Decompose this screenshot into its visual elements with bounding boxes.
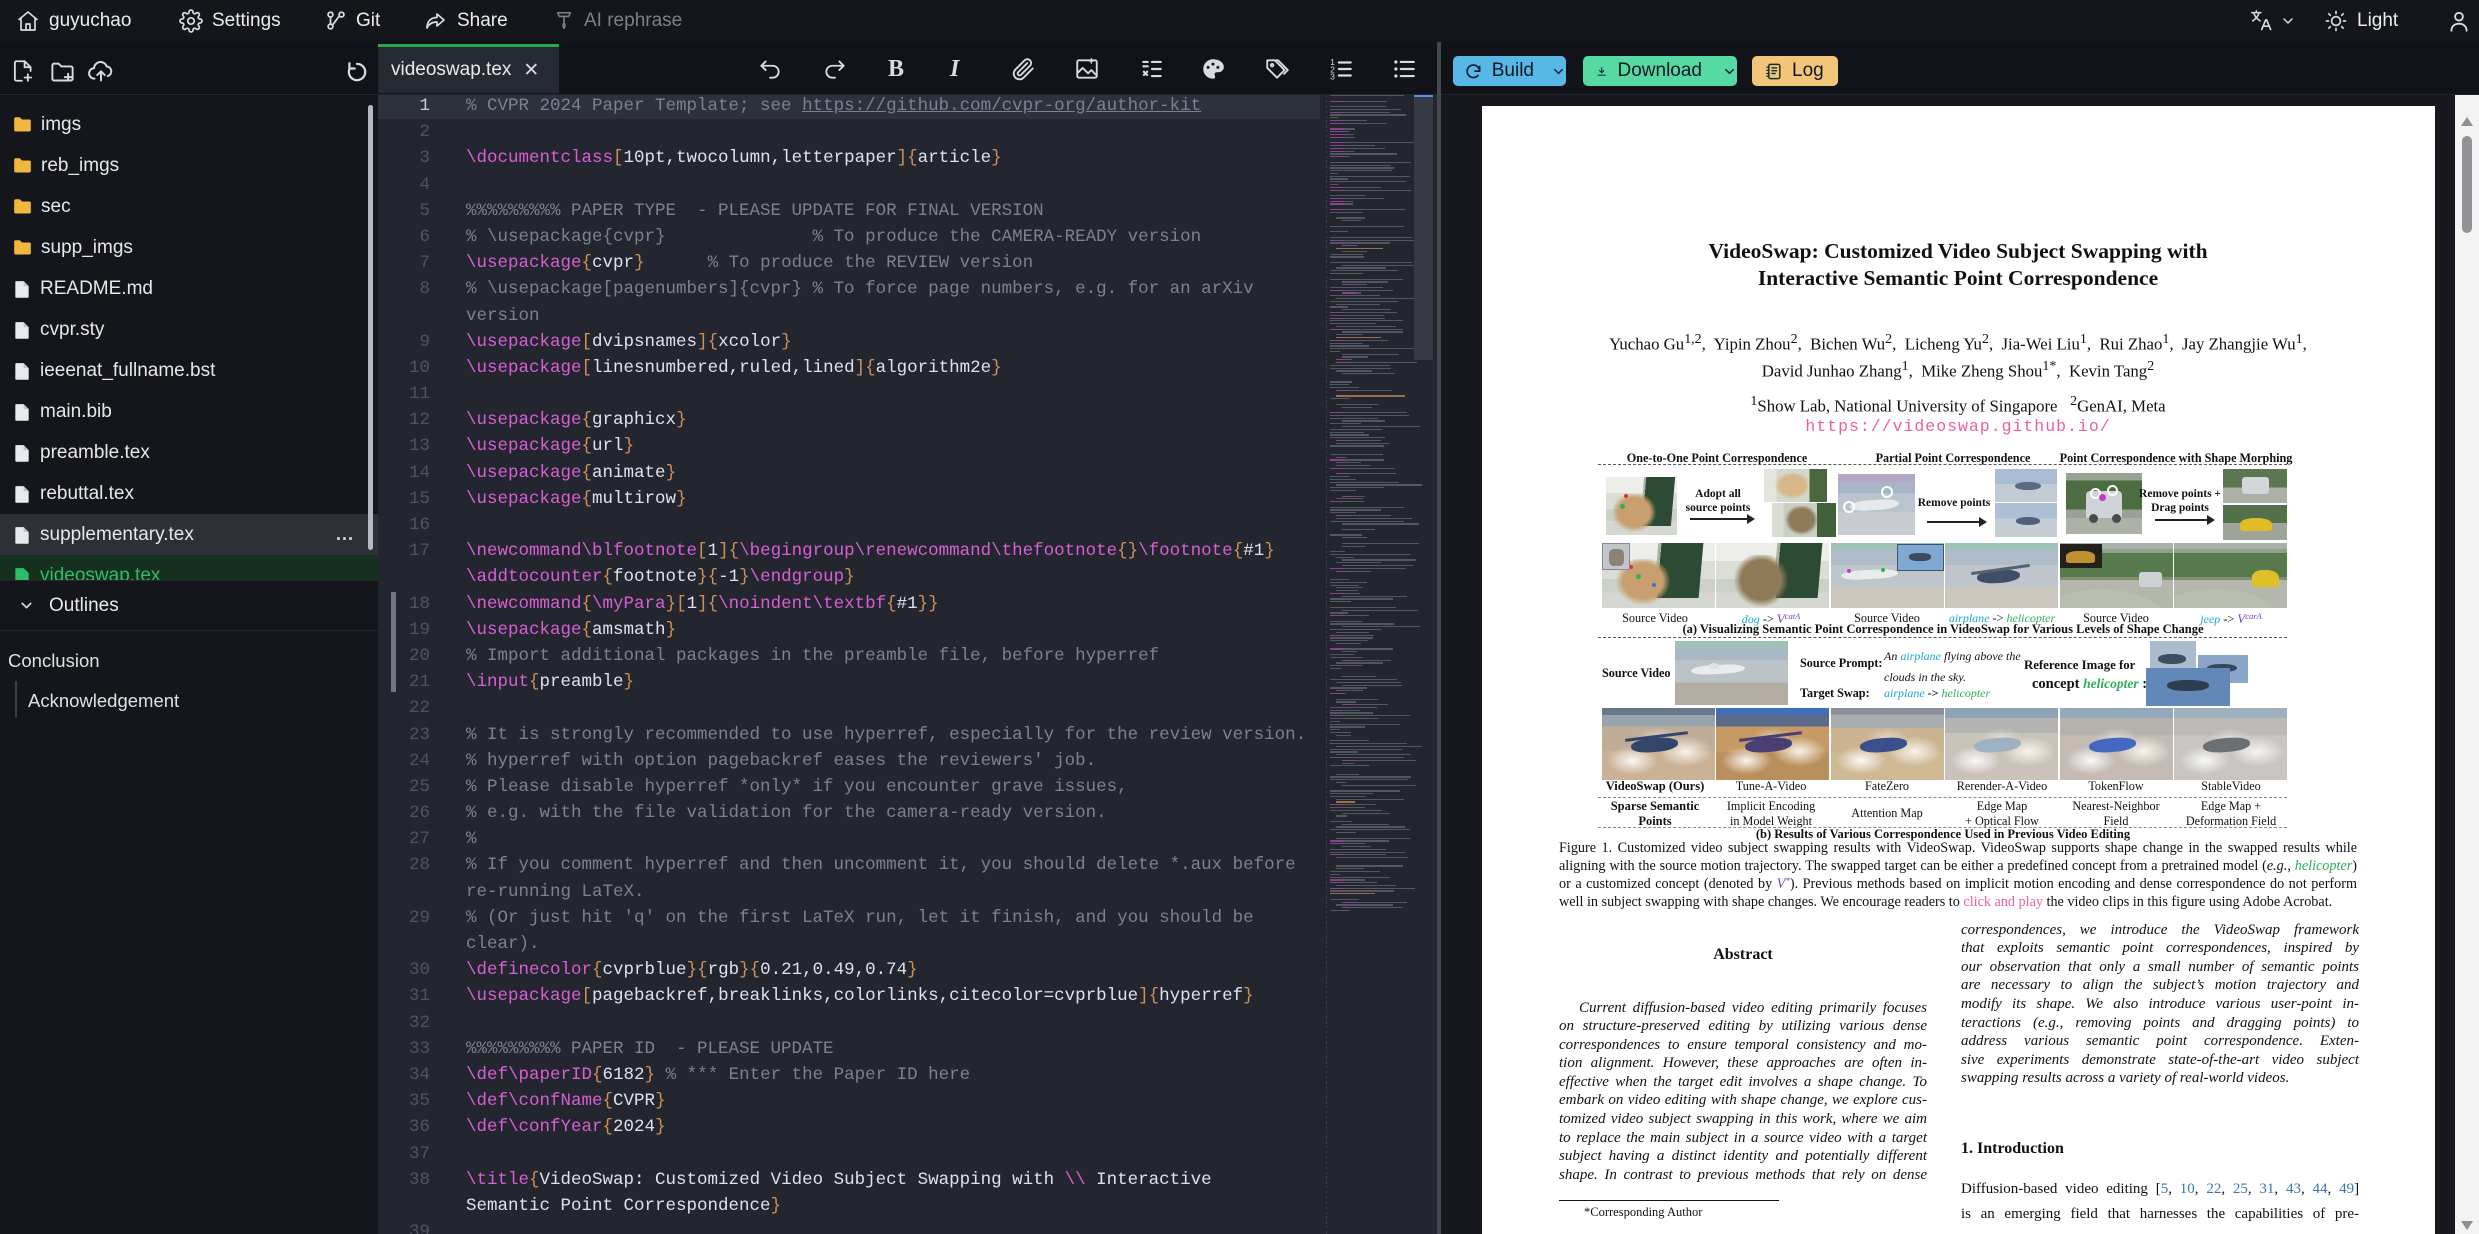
- svg-text:3: 3: [1330, 71, 1335, 81]
